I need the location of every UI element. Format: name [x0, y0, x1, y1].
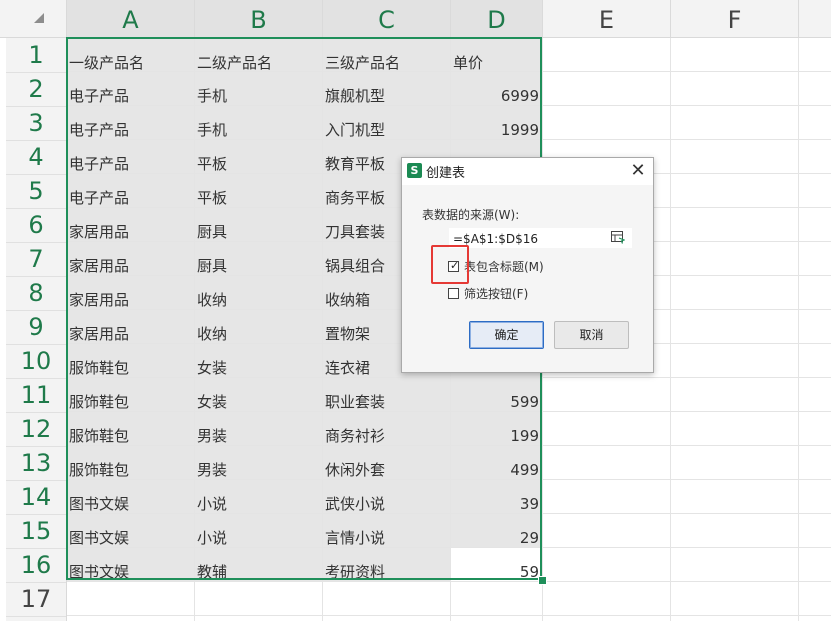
app-icon: S [407, 163, 422, 178]
row-header-3[interactable]: 3 [6, 106, 66, 141]
source-range-input[interactable]: =$A$1:$D$16 [449, 228, 632, 248]
grid-vline [670, 38, 671, 621]
dialog-title: 创建表 [426, 166, 466, 181]
filter-buttons-label[interactable]: 筛选按钮(F) [464, 285, 528, 302]
column-header-c[interactable]: C [323, 0, 451, 37]
row-header-6[interactable]: 6 [6, 208, 66, 243]
cancel-button[interactable]: 取消 [554, 321, 629, 349]
column-header-e[interactable]: E [543, 0, 671, 37]
grid-vline [798, 38, 799, 621]
row-header-7[interactable]: 7 [6, 242, 66, 277]
row-header-10[interactable]: 10 [6, 344, 66, 379]
ok-button[interactable]: 确定 [469, 321, 544, 349]
row-header-16[interactable]: 16 [6, 548, 66, 583]
column-header-d[interactable]: D [451, 0, 543, 37]
fill-handle[interactable] [538, 576, 547, 585]
row-header-9[interactable]: 9 [6, 310, 66, 345]
row-header-13[interactable]: 13 [6, 446, 66, 481]
close-icon[interactable]: ✕ [628, 161, 648, 181]
row-header-12[interactable]: 12 [6, 412, 66, 447]
filter-buttons-checkbox[interactable] [448, 288, 459, 299]
column-header-a[interactable]: A [67, 0, 195, 37]
row-header-17[interactable]: 17 [6, 582, 66, 617]
range-picker-icon[interactable] [611, 231, 625, 244]
row-header-11[interactable]: 11 [6, 378, 66, 413]
row-header-2[interactable]: 2 [6, 72, 66, 107]
row-header-4[interactable]: 4 [6, 140, 66, 175]
highlight-annotation [431, 245, 469, 284]
row-header-8[interactable]: 8 [6, 276, 66, 311]
select-all-icon [34, 13, 44, 23]
row-header-5[interactable]: 5 [6, 174, 66, 209]
grid-hline [67, 615, 831, 616]
select-all-corner[interactable] [6, 0, 67, 37]
has-headers-label[interactable]: 表包含标题(M) [464, 258, 544, 275]
row-header-15[interactable]: 15 [6, 514, 66, 549]
row-header-1[interactable]: 1 [6, 38, 66, 73]
column-header-f[interactable]: F [671, 0, 799, 37]
row-header-14[interactable]: 14 [6, 480, 66, 515]
column-header-b[interactable]: B [195, 0, 323, 37]
source-label: 表数据的来源(W): [422, 208, 520, 222]
